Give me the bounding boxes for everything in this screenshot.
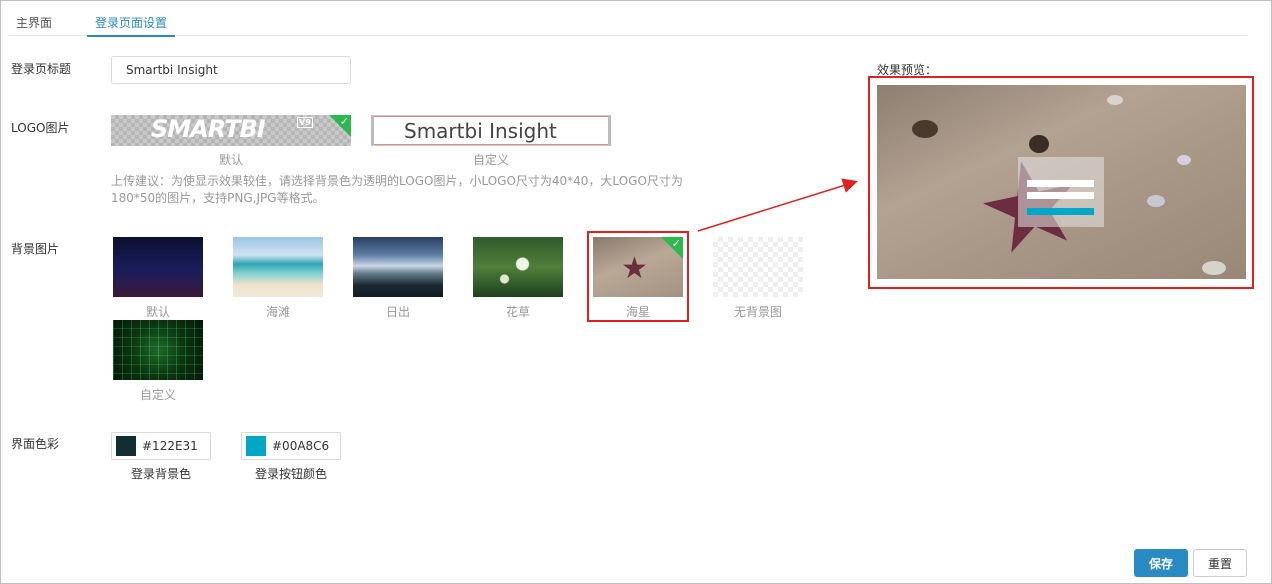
- preview-username-field: [1027, 180, 1094, 187]
- login-button-color-picker[interactable]: #00A8C6: [241, 432, 341, 460]
- logo-label: LOGO图片: [11, 121, 70, 135]
- bg-thumb-none[interactable]: [713, 237, 803, 297]
- bg-caption-none: 无背景图: [733, 305, 782, 319]
- preview-login-panel: [1018, 157, 1104, 227]
- bg-thumb-default[interactable]: [113, 237, 203, 297]
- login-button-color-caption: 登录按钮颜色: [254, 467, 327, 481]
- preview-login-button: [1027, 208, 1094, 215]
- preview-frame: ★: [868, 76, 1254, 289]
- selection-highlight: [587, 231, 689, 322]
- logo-default-text: SMARTBI: [151, 115, 266, 143]
- divider: [374, 144, 608, 145]
- tab-main[interactable]: 主界面: [16, 14, 52, 36]
- grid-pattern: [113, 320, 203, 380]
- pebble: [1202, 261, 1226, 275]
- colors-label: 界面色彩: [11, 437, 60, 451]
- login-title-input[interactable]: [111, 56, 351, 84]
- tab-bar: 主界面 登录页面设置: [9, 9, 1247, 37]
- login-bg-color-hex: #122E31: [142, 439, 198, 453]
- reset-button[interactable]: 重置: [1193, 549, 1247, 577]
- bg-thumb-sunrise[interactable]: [353, 237, 443, 297]
- bg-thumb-custom[interactable]: [113, 320, 203, 380]
- logo-default-caption: 默认: [218, 153, 243, 167]
- background-label: 背景图片: [11, 242, 60, 256]
- preview-image: ★: [877, 85, 1246, 279]
- preview-password-field: [1027, 192, 1094, 199]
- pebble: [1177, 155, 1191, 165]
- logo-custom-caption: 自定义: [472, 153, 509, 167]
- bg-thumb-beach[interactable]: [233, 237, 323, 297]
- divider: [374, 116, 608, 117]
- logo-custom-option[interactable]: Smartbi Insight: [371, 115, 611, 146]
- login-bg-color-picker[interactable]: #122E31: [111, 432, 211, 460]
- bg-caption-custom: 自定义: [139, 388, 176, 402]
- pebble: [912, 120, 938, 138]
- bg-caption-flower: 花草: [505, 305, 530, 319]
- save-button[interactable]: 保存: [1134, 549, 1188, 577]
- check-icon: ✓: [339, 115, 349, 128]
- pebble: [1147, 195, 1165, 207]
- logo-custom-text: Smartbi Insight: [404, 119, 557, 143]
- bg-caption-sunrise: 日出: [385, 305, 410, 319]
- logo-default-option[interactable]: SMARTBI V9 ✓: [111, 115, 351, 146]
- login-title-label: 登录页标题: [11, 62, 72, 76]
- bg-caption-beach: 海滩: [265, 305, 290, 319]
- tab-login-settings[interactable]: 登录页面设置: [87, 14, 176, 37]
- login-button-color-hex: #00A8C6: [272, 439, 330, 453]
- upload-hint: 上传建议：为使显示效果较佳，请选择背景色为透明的LOGO图片，小LOGO尺寸为4…: [111, 174, 683, 205]
- bg-caption-default: 默认: [145, 305, 170, 319]
- pebble: [1107, 95, 1123, 105]
- logo-version-badge: V9: [297, 117, 313, 128]
- settings-panel: 主界面 登录页面设置 登录页标题 LOGO图片 SMARTBI V9 ✓ 默认 …: [0, 0, 1272, 584]
- login-bg-color-caption: 登录背景色: [130, 467, 191, 481]
- bg-thumb-flower[interactable]: [473, 237, 563, 297]
- color-swatch: [246, 436, 266, 456]
- color-swatch: [116, 436, 136, 456]
